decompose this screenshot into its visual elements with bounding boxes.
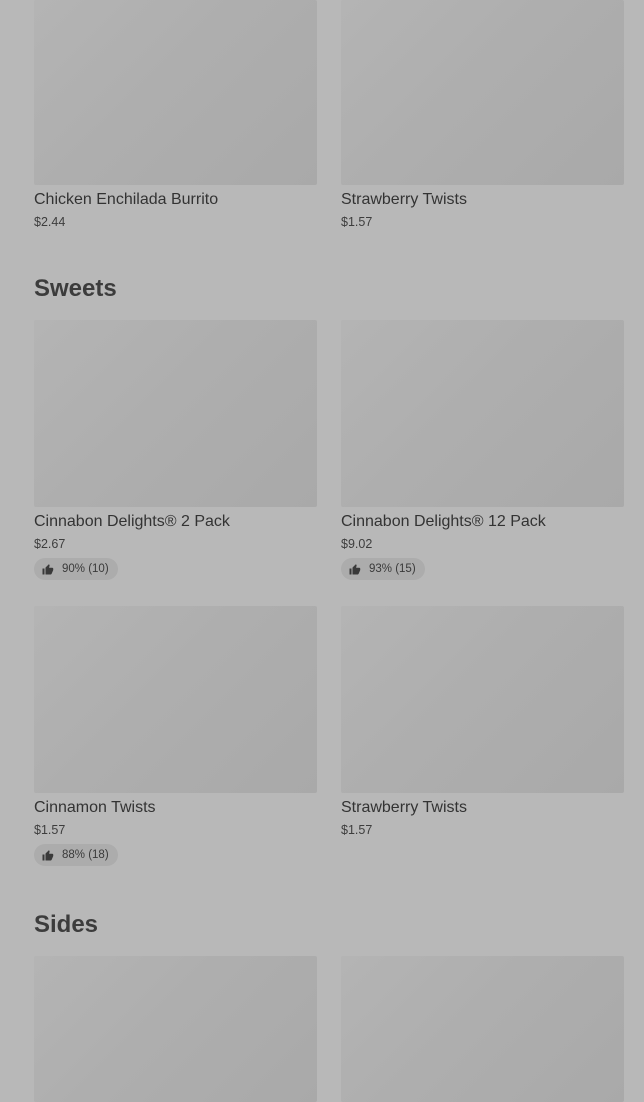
rating-value: 90% (10) [62, 563, 109, 575]
menu-item-card[interactable]: Chicken Enchilada Burrito $2.44 [34, 0, 317, 228]
rating-value: 93% (15) [369, 563, 416, 575]
item-name: Cinnabon Delights® 12 Pack [341, 513, 546, 530]
thumbs-up-icon [42, 849, 54, 860]
item-name: Cinnabon Delights® 2 Pack [34, 513, 230, 530]
menu-item-card[interactable] [341, 956, 624, 1102]
item-price: $2.44 [34, 215, 66, 229]
thumbs-up-icon [349, 563, 361, 574]
item-price: $1.57 [341, 215, 373, 229]
section-title-sweets: Sweets [34, 275, 117, 302]
menu-item-card[interactable]: Cinnamon Twists $1.57 88% (18) [34, 606, 317, 866]
section-title-sides: Sides [34, 911, 99, 938]
item-name: Chicken Enchilada Burrito [34, 191, 219, 208]
menu-page: Chicken Enchilada Burrito $2.44 Strawber… [0, 0, 644, 1102]
item-image [341, 606, 624, 793]
item-image [34, 606, 317, 793]
rating-badge: 93% (15) [341, 558, 425, 580]
menu-item-card[interactable]: Strawberry Twists $1.57 [341, 606, 624, 836]
item-image [341, 320, 624, 507]
rating-badge: 88% (18) [34, 844, 118, 866]
menu-item-card[interactable]: Cinnabon Delights® 2 Pack $2.67 90% (10) [34, 320, 317, 580]
rating-value: 88% (18) [62, 849, 109, 861]
item-price: $2.67 [34, 537, 66, 551]
item-price: $1.57 [341, 823, 373, 837]
menu-item-card[interactable] [34, 956, 317, 1102]
item-image [34, 320, 317, 507]
thumbs-up-icon [42, 563, 54, 574]
item-image [34, 0, 317, 185]
rating-badge: 90% (10) [34, 558, 118, 580]
item-name: Cinnamon Twists [34, 799, 156, 816]
item-image [341, 956, 624, 1102]
item-price: $1.57 [34, 823, 66, 837]
item-price: $9.02 [341, 537, 373, 551]
menu-item-card[interactable]: Cinnabon Delights® 12 Pack $9.02 93% (15… [341, 320, 624, 580]
menu-item-card[interactable]: Strawberry Twists $1.57 [341, 0, 624, 228]
item-name: Strawberry Twists [341, 191, 467, 208]
item-name: Strawberry Twists [341, 799, 467, 816]
item-image [34, 956, 317, 1102]
item-image [341, 0, 624, 185]
